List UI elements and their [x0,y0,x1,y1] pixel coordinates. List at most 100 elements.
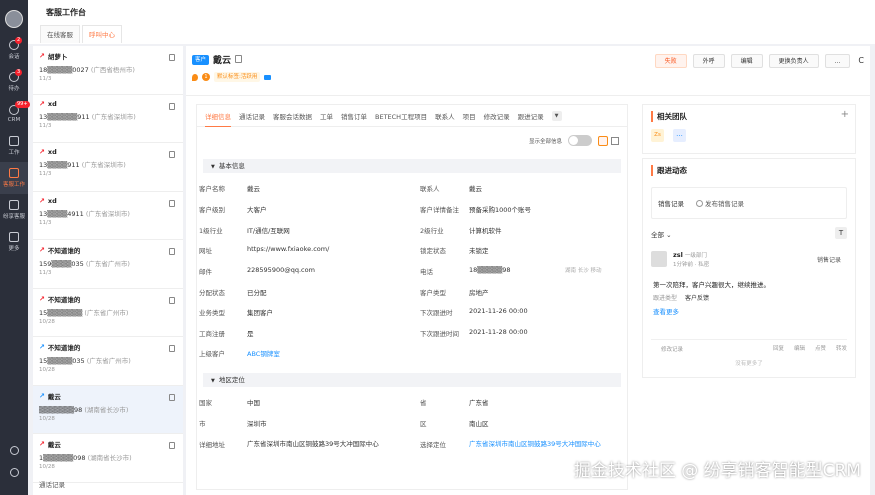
phone-icon[interactable] [169,151,175,158]
rail-label: 待办 [8,86,20,92]
rail-item-chat[interactable]: 2 会话 [0,34,28,66]
phone-location: 湖南 长沙 移动 [565,268,602,274]
phone-icon[interactable] [169,102,175,110]
publish-record-input[interactable]: 发布销售记录 [696,198,744,208]
list-item[interactable]: ↗ xd 13▒▒▒▒▒▒911 (广东省深圳市) 11/3 [33,95,183,143]
tabs-more-button[interactable]: ▼ [551,110,562,121]
phone-icon[interactable] [169,296,175,304]
user-avatar[interactable] [5,10,23,28]
field-value: 预备采购1000个账号 [469,206,532,214]
change-owner-button[interactable]: 更换负责人 [768,54,819,68]
outgoing-call-icon: ↗ [39,246,45,254]
no-more-text: 没有更多了 [735,361,763,367]
tab-projects[interactable]: 项目 [463,111,476,121]
call-date: 10/28 [39,367,55,373]
parent-customer-link[interactable]: ABC钢牌室 [247,348,280,358]
share-button[interactable]: 转发 [836,344,847,353]
call-date: 11/3 [39,76,52,82]
rail-item-service[interactable]: 客服工作 [0,162,28,194]
field-label: 电话 [420,268,433,276]
field-value: 戴云 [247,185,260,193]
outgoing-call-icon: ↗ [39,294,45,303]
phone-icon[interactable] [169,54,175,61]
tag-icon[interactable] [264,74,272,80]
tab-session-data[interactable]: 客服会话数据 [273,111,312,121]
level-badge: 1 [202,73,210,81]
phone-icon[interactable] [169,442,175,449]
like-button[interactable]: 点赞 [815,344,826,353]
caller-location: (广东省广州市) [86,357,131,365]
list-item[interactable]: ↗ xd 13▒▒▒▒911 (广东省深圳市) 11/3 [33,143,183,192]
map-location-link[interactable]: 广东省深圳市南山区铜鼓路39号大冲国际中心 [469,439,619,450]
section-geo[interactable]: ▼ 地区定位 [203,373,621,387]
follow-compose[interactable]: 销售记录 发布销售记录 [651,187,847,219]
filter-value: 全部 [651,231,664,239]
todo-badge: 3 [15,69,23,76]
field-label: 分配状态 [199,289,225,297]
call-records-link[interactable]: 通话记录 [39,479,65,489]
tab-online-service[interactable]: 在线客服 [40,25,80,43]
tab-follow-up[interactable]: 跟进记录 [518,111,544,121]
layout-list-icon[interactable] [611,136,619,145]
tab-sales-orders[interactable]: 销售订单 [341,111,367,121]
reply-button[interactable]: 回复 [773,344,784,353]
rail-item-crm[interactable]: 99+ CRM [0,98,30,130]
caller-phone: 1▒▒▒▒▒▒098 [39,454,86,462]
fail-button[interactable]: 失败 [654,54,687,68]
rail-item-work[interactable]: 工作 [0,130,28,162]
field-value: 广东省深圳市南山区铜鼓路39号大冲国际中心 [247,440,379,448]
field-value: 深圳市 [247,420,267,428]
show-all-toggle[interactable]: 显示全部信息 [529,135,619,146]
edit-record-button[interactable]: 编辑 [794,344,805,353]
call-out-button[interactable]: 外呼 [692,54,725,68]
phone-icon[interactable] [169,199,175,207]
caller-location: (广东省广州市) [84,308,129,317]
field-label: 客户名称 [199,185,225,193]
rail-item-more[interactable]: 更多 [0,226,28,258]
caller-name: 戴云 [47,392,61,401]
change-log-label[interactable]: 修改记录 [661,345,683,353]
list-item[interactable]: ↗ 不知道谁的 15▒▒▒▒▒▒▒ (广东省广州市) 10/28 [33,289,183,337]
tab-call-center[interactable]: 呼叫中心 [82,25,122,43]
caller-location: (广东省深圳市) [81,161,126,169]
list-item[interactable]: ↗ 不知道谁的 15▒▒▒▒▒035 (广东省广州市) 10/28 [33,337,183,386]
tab-details[interactable]: 详细信息 [205,111,231,127]
phone-icon[interactable] [169,393,175,401]
location-pin-icon[interactable] [192,73,198,81]
more-button[interactable]: ... [824,54,851,68]
team-member-avatar[interactable]: Zs [651,129,664,142]
list-item[interactable]: ↗ 戴云 1▒▒▒▒▒▒098 (湖南省长沙市) 10/28 [33,434,183,483]
field-value: 南山区 [469,420,489,428]
phone-icon[interactable] [169,345,175,352]
tab-projects-betech[interactable]: BETECH工程项目 [375,111,427,121]
refresh-icon[interactable]: C [856,54,866,68]
tab-change-log[interactable]: 修改记录 [484,111,510,121]
settings-button[interactable] [0,446,28,455]
tab-tickets[interactable]: 工单 [320,111,333,121]
list-item[interactable]: ↗ 戴云 ▒▒▒▒▒▒▒98 (湖南省长沙市) 10/28 [33,385,183,434]
add-member-button[interactable]: + [841,109,849,120]
toggle-switch[interactable] [568,135,592,146]
outgoing-call-icon: ↗ [39,148,45,156]
rail-label: 更多 [8,246,20,252]
layout-columns-icon[interactable] [598,135,608,146]
field-value: 228595900@qq.com [247,266,315,274]
contacts-button[interactable] [0,468,28,477]
see-more-link[interactable]: 查看更多 [653,306,679,316]
record-user-name: zsl [673,251,683,259]
filter-select[interactable]: 全部 ⌄ [651,229,672,239]
filter-icon[interactable]: T [835,227,847,239]
team-more-button[interactable]: ... [673,129,686,142]
record-type-select[interactable]: 销售记录 [658,198,684,208]
caller-phone: 159▒▒▒▒035 [39,260,84,268]
section-basic[interactable]: ▼ 基本信息 [203,159,621,173]
list-item[interactable]: ↗ 不知道谁的 159▒▒▒▒035 (广东省广州市) 11/3 [33,240,183,289]
phone-icon[interactable] [169,248,175,255]
tab-call-records[interactable]: 通话记录 [239,111,265,121]
list-item[interactable]: ↗ 胡萝卜 18▒▒▒▒▒0027 (广西省梧州市) 11/3 [33,46,183,95]
edit-button[interactable]: 编辑 [730,54,763,68]
tab-contacts[interactable]: 联系人 [435,111,455,121]
list-item[interactable]: ↗ xd 13▒▒▒▒4911 (广东省深圳市) 11/3 [33,192,183,240]
rail-item-todo[interactable]: 3 待办 [0,66,28,98]
rail-item-fx-service[interactable]: 纷享客服 [0,194,28,226]
